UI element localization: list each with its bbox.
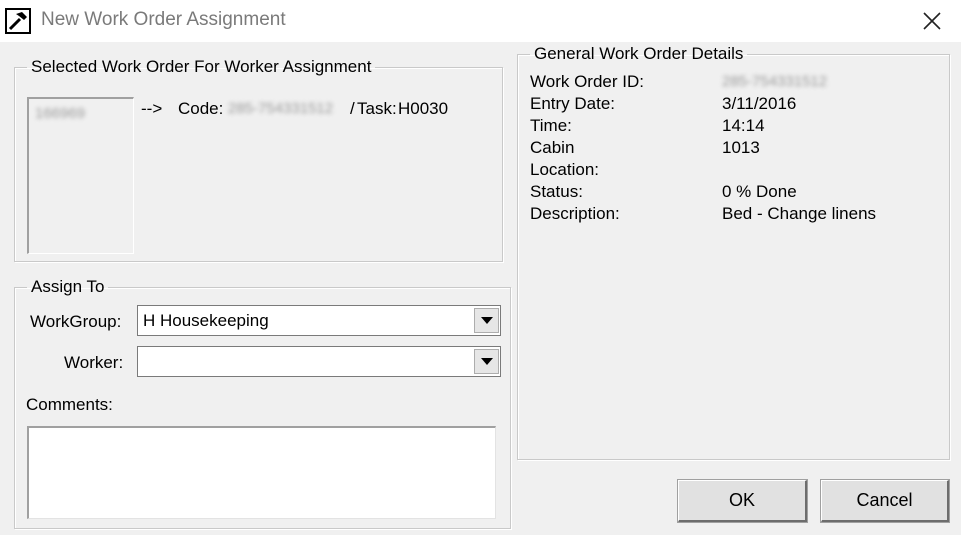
work-order-list[interactable]: 166969 xyxy=(27,97,134,254)
worker-select[interactable] xyxy=(137,346,501,377)
ok-button[interactable]: OK xyxy=(677,479,808,523)
work-order-list-item[interactable]: 166969 xyxy=(35,105,85,122)
code-value: 285-754331512 xyxy=(228,100,334,117)
detail-value: 285-754331512 xyxy=(722,73,828,90)
chevron-down-icon xyxy=(481,317,493,324)
arrow-text: --> xyxy=(141,99,163,118)
worker-label: Worker: xyxy=(64,353,124,372)
detail-label: Time: xyxy=(530,116,572,135)
detail-label: Status: xyxy=(530,182,583,201)
detail-value: 3/11/2016 xyxy=(722,94,797,113)
workgroup-select[interactable]: H Housekeeping xyxy=(137,305,501,336)
comments-label: Comments: xyxy=(26,395,113,414)
task-label: Task: xyxy=(357,99,397,118)
detail-value: 14:14 xyxy=(722,116,765,135)
workgroup-value: H Housekeeping xyxy=(143,311,269,330)
task-value: H0030 xyxy=(398,99,449,118)
detail-label: Entry Date: xyxy=(530,94,616,113)
selected-work-order-legend: Selected Work Order For Worker Assignmen… xyxy=(31,57,372,76)
detail-value: 0 % Done xyxy=(722,182,797,201)
detail-value: Bed - Change linens xyxy=(722,204,877,223)
work-order-details-legend: General Work Order Details xyxy=(534,44,744,63)
worker-dropdown-button[interactable] xyxy=(474,349,499,374)
window-title: New Work Order Assignment xyxy=(41,9,286,30)
comments-textarea[interactable] xyxy=(27,426,496,519)
code-task-separator: / xyxy=(350,99,355,118)
detail-label: Cabin xyxy=(530,138,575,157)
workgroup-label: WorkGroup: xyxy=(30,312,122,331)
cancel-button[interactable]: Cancel xyxy=(820,479,950,523)
title-bar: New Work Order Assignment xyxy=(0,0,961,42)
detail-value: 1013 xyxy=(722,138,760,157)
detail-label: Work Order ID: xyxy=(530,72,644,91)
code-label: Code: xyxy=(178,99,224,118)
close-icon[interactable] xyxy=(919,8,945,34)
detail-label: Description: xyxy=(530,204,620,223)
hammer-icon xyxy=(5,8,31,34)
workgroup-dropdown-button[interactable] xyxy=(474,308,499,333)
assign-to-legend: Assign To xyxy=(31,277,105,296)
chevron-down-icon xyxy=(481,358,493,365)
detail-label: Location: xyxy=(530,160,599,179)
